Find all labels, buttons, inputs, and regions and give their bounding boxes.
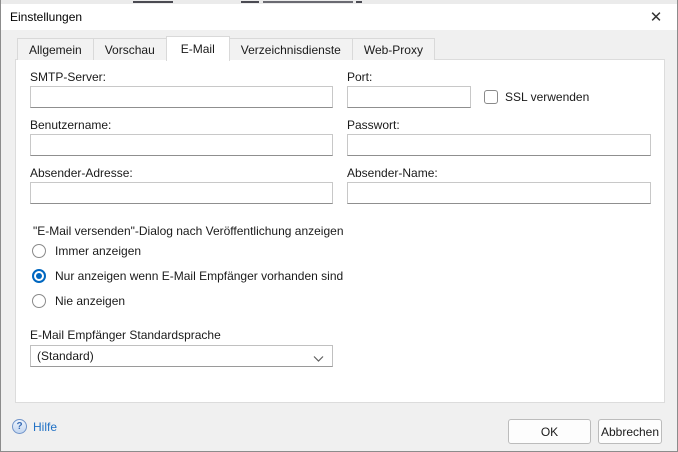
settings-dialog: Einstellungen ✕ Allgemein Vorschau E-Mai… bbox=[0, 0, 678, 452]
password-label: Passwort: bbox=[347, 118, 400, 132]
radio-label: Immer anzeigen bbox=[55, 244, 141, 258]
tab-verzeichnisdienste[interactable]: Verzeichnisdienste bbox=[229, 38, 353, 60]
radio-label: Nie anzeigen bbox=[55, 294, 125, 308]
port-input[interactable] bbox=[347, 86, 471, 108]
email-tab-panel: SMTP-Server: Port: SSL verwenden Benutze… bbox=[15, 59, 665, 403]
radio-immer-anzeigen[interactable]: Immer anzeigen bbox=[32, 244, 141, 258]
ssl-checkbox[interactable] bbox=[484, 90, 498, 104]
radio-label: Nur anzeigen wenn E-Mail Empfänger vorha… bbox=[55, 269, 343, 283]
username-label: Benutzername: bbox=[30, 118, 111, 132]
tab-allgemein[interactable]: Allgemein bbox=[17, 38, 94, 60]
sender-address-input[interactable] bbox=[30, 182, 333, 204]
sender-name-label: Absender-Name: bbox=[347, 166, 438, 180]
radio-nur-anzeigen[interactable]: Nur anzeigen wenn E-Mail Empfänger vorha… bbox=[32, 269, 343, 283]
smtp-server-label: SMTP-Server: bbox=[30, 70, 106, 84]
help-icon: ? bbox=[12, 419, 27, 434]
cancel-button[interactable]: Abbrechen bbox=[598, 419, 662, 444]
password-input[interactable] bbox=[347, 134, 651, 156]
chevron-down-icon bbox=[313, 352, 324, 366]
language-selected-value: (Standard) bbox=[37, 349, 94, 363]
help-link-label: Hilfe bbox=[33, 420, 57, 434]
tab-email[interactable]: E-Mail bbox=[166, 36, 230, 61]
radio-icon-unchecked[interactable] bbox=[32, 244, 46, 258]
language-select[interactable]: (Standard) bbox=[30, 345, 333, 367]
ok-button[interactable]: OK bbox=[508, 419, 591, 444]
sender-address-label: Absender-Adresse: bbox=[30, 166, 133, 180]
ssl-checkbox-row[interactable]: SSL verwenden bbox=[484, 90, 589, 104]
dialog-title: Einstellungen bbox=[1, 10, 82, 24]
footer-bar: ? Hilfe OK Abbrechen bbox=[1, 403, 678, 451]
sender-name-input[interactable] bbox=[347, 182, 651, 204]
close-icon[interactable]: ✕ bbox=[639, 4, 673, 30]
radio-nie-anzeigen[interactable]: Nie anzeigen bbox=[32, 294, 125, 308]
tab-vorschau[interactable]: Vorschau bbox=[93, 38, 167, 60]
username-input[interactable] bbox=[30, 134, 333, 156]
send-dialog-group-label: "E-Mail versenden"-Dialog nach Veröffent… bbox=[33, 224, 344, 238]
ssl-checkbox-label: SSL verwenden bbox=[505, 90, 589, 104]
radio-icon-checked[interactable] bbox=[32, 269, 46, 283]
port-label: Port: bbox=[347, 70, 372, 84]
help-link[interactable]: ? Hilfe bbox=[12, 419, 57, 434]
radio-icon-unchecked[interactable] bbox=[32, 294, 46, 308]
smtp-server-input[interactable] bbox=[30, 86, 333, 108]
tab-web-proxy[interactable]: Web-Proxy bbox=[352, 38, 435, 60]
title-bar: Einstellungen ✕ bbox=[1, 4, 678, 30]
tab-strip: Allgemein Vorschau E-Mail Verzeichnisdie… bbox=[17, 35, 434, 60]
language-label: E-Mail Empfänger Standardsprache bbox=[30, 328, 221, 342]
